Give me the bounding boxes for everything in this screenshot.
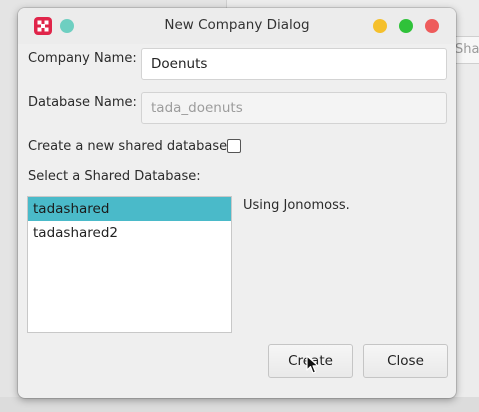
- create-shared-database-checkbox[interactable]: [227, 139, 241, 153]
- company-name-input[interactable]: Doenuts: [141, 48, 447, 80]
- create-shared-database-label: Create a new shared database?: [28, 139, 235, 154]
- background-bottom-strip: [0, 397, 479, 412]
- company-name-label: Company Name:: [28, 51, 137, 66]
- new-company-dialog: New Company Dialog Company Name: Doenuts…: [18, 8, 456, 398]
- titlebar: New Company Dialog: [18, 8, 456, 44]
- minimize-button[interactable]: [373, 19, 387, 33]
- mouse-pointer-icon: [306, 355, 319, 374]
- database-name-label: Database Name:: [28, 95, 137, 110]
- list-item-tadashared[interactable]: tadashared: [28, 197, 231, 221]
- select-shared-database-label: Select a Shared Database:: [28, 169, 201, 184]
- close-button[interactable]: Close: [363, 344, 448, 378]
- shared-database-list[interactable]: tadashared tadashared2: [27, 196, 232, 333]
- list-item-tadashared2[interactable]: tadashared2: [28, 221, 231, 245]
- maximize-button[interactable]: [399, 19, 413, 33]
- database-name-input[interactable]: tada_doenuts: [141, 92, 447, 124]
- dialog-title: New Company Dialog: [164, 17, 310, 33]
- status-text: Using Jonomoss.: [243, 198, 350, 213]
- close-window-button[interactable]: [425, 19, 439, 33]
